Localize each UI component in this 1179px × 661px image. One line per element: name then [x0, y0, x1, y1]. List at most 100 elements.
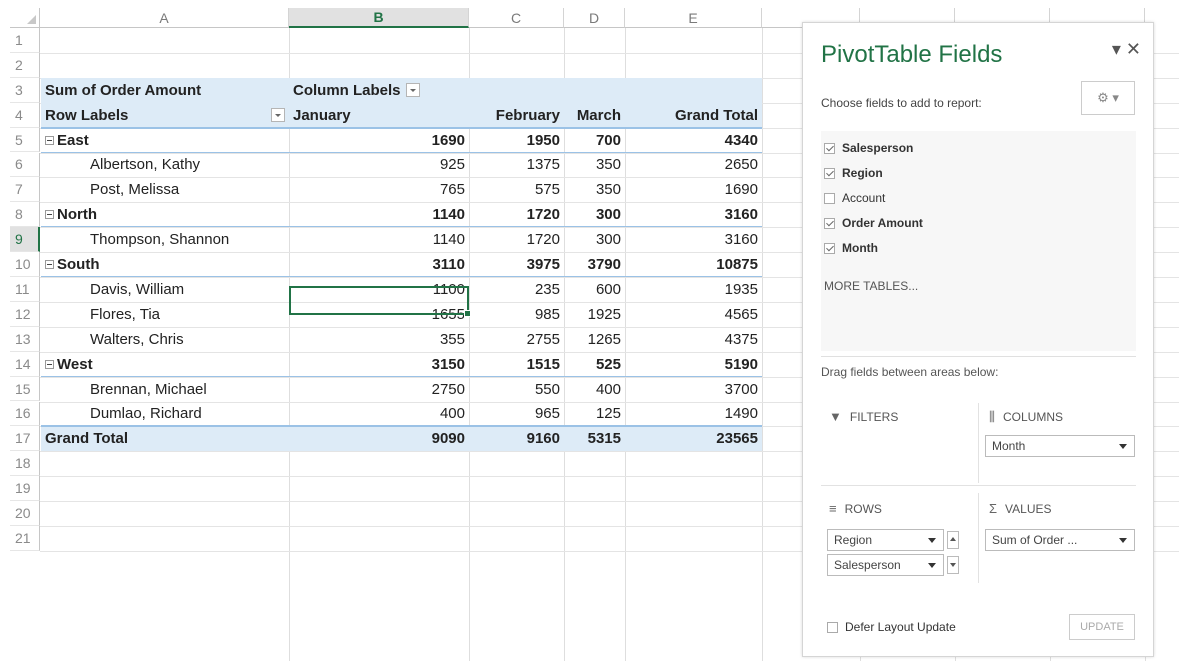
- pivot-value-cell[interactable]: 1490: [625, 402, 762, 427]
- pivot-value-cell[interactable]: 2750: [289, 377, 469, 402]
- pivot-value-cell[interactable]: 575: [469, 177, 564, 202]
- collapse-icon[interactable]: [45, 359, 54, 369]
- pivot-value-cell[interactable]: 300: [564, 227, 625, 252]
- field-checkbox[interactable]: [824, 217, 835, 229]
- grand-total-value[interactable]: 5315: [564, 426, 625, 451]
- pivot-value-cell[interactable]: 3700: [625, 377, 762, 402]
- rows-field-salesperson[interactable]: Salesperson: [827, 554, 944, 576]
- pivot-value-cell[interactable]: 1720: [469, 227, 564, 252]
- salesperson-row-label[interactable]: Post, Melissa: [40, 177, 289, 202]
- pane-controls[interactable]: ▾ ✕: [1112, 39, 1141, 60]
- collapse-icon[interactable]: [45, 135, 54, 145]
- pivot-value-cell[interactable]: 550: [469, 377, 564, 402]
- more-tables-link[interactable]: MORE TABLES...: [824, 279, 918, 293]
- field-order-amount[interactable]: Order Amount: [824, 216, 923, 230]
- salesperson-row-label[interactable]: Walters, Chris: [40, 327, 289, 352]
- pivot-value-cell[interactable]: 3110: [289, 252, 469, 277]
- grand-total-value[interactable]: 9160: [469, 426, 564, 451]
- pivot-value-cell[interactable]: 765: [289, 177, 469, 202]
- defer-layout-update[interactable]: Defer Layout Update: [827, 620, 956, 634]
- salesperson-row-label[interactable]: Brennan, Michael: [40, 377, 289, 402]
- column-header-c[interactable]: C: [469, 8, 564, 28]
- column-header-e[interactable]: E: [625, 8, 762, 28]
- rows-field-region[interactable]: Region: [827, 529, 944, 551]
- row-header-12[interactable]: 12: [10, 301, 40, 327]
- pivot-value-cell[interactable]: 350: [564, 153, 625, 178]
- region-row-label[interactable]: East: [40, 128, 289, 153]
- column-header-a[interactable]: A: [40, 8, 289, 28]
- row-header-3[interactable]: 3: [10, 77, 40, 103]
- field-checkbox[interactable]: [824, 192, 835, 204]
- row-header-9[interactable]: 9: [10, 227, 40, 253]
- month-header[interactable]: February: [469, 103, 564, 128]
- pivot-value-cell[interactable]: 3150: [289, 352, 469, 377]
- region-row-label[interactable]: South: [40, 252, 289, 277]
- pivot-value-cell[interactable]: 600: [564, 277, 625, 302]
- row-header-14[interactable]: 14: [10, 351, 40, 377]
- pivot-value-cell[interactable]: 4375: [625, 327, 762, 352]
- pivot-value-cell[interactable]: 10875: [625, 252, 762, 277]
- row-header-11[interactable]: 11: [10, 277, 40, 302]
- pivot-value-cell[interactable]: 1935: [625, 277, 762, 302]
- field-month[interactable]: Month: [824, 241, 878, 255]
- row-header-18[interactable]: 18: [10, 451, 40, 477]
- salesperson-row-label[interactable]: Dumlao, Richard: [40, 402, 289, 427]
- row-header-20[interactable]: 20: [10, 501, 40, 526]
- row-header-13[interactable]: 13: [10, 326, 40, 352]
- field-checkbox[interactable]: [824, 142, 835, 154]
- pivot-value-cell[interactable]: 1515: [469, 352, 564, 377]
- column-labels-header[interactable]: Column Labels: [289, 78, 469, 103]
- pivot-value-cell[interactable]: 300: [564, 202, 625, 227]
- row-header-1[interactable]: 1: [10, 28, 40, 53]
- pivot-value-cell[interactable]: 1375: [469, 153, 564, 178]
- pivot-value-cell[interactable]: 2650: [625, 153, 762, 178]
- row-header-15[interactable]: 15: [10, 376, 40, 402]
- pivot-value-cell[interactable]: 3790: [564, 252, 625, 277]
- pivot-value-cell[interactable]: 400: [564, 377, 625, 402]
- pivot-value-cell[interactable]: 5190: [625, 352, 762, 377]
- field-region[interactable]: Region: [824, 166, 883, 180]
- field-checkbox[interactable]: [824, 167, 835, 179]
- row-header-21[interactable]: 21: [10, 526, 40, 551]
- pivot-value-cell[interactable]: 1140: [289, 202, 469, 227]
- pivot-value-cell[interactable]: 3975: [469, 252, 564, 277]
- row-header-7[interactable]: 7: [10, 177, 40, 203]
- pivot-value-cell[interactable]: 355: [289, 327, 469, 352]
- active-cell-b9[interactable]: [289, 286, 471, 317]
- values-field-sum[interactable]: Sum of Order ...: [985, 529, 1135, 551]
- row-header-8[interactable]: 8: [10, 202, 40, 228]
- row-header-17[interactable]: 17: [10, 426, 40, 452]
- month-header[interactable]: March: [564, 103, 625, 128]
- pivot-value-cell[interactable]: 4340: [625, 128, 762, 153]
- pivot-value-cell[interactable]: 525: [564, 352, 625, 377]
- collapse-icon[interactable]: [45, 210, 54, 220]
- pivot-value-cell[interactable]: 235: [469, 277, 564, 302]
- pivot-value-cell[interactable]: 350: [564, 177, 625, 202]
- row-header-16[interactable]: 16: [10, 401, 40, 427]
- column-header-b[interactable]: B: [289, 8, 469, 28]
- pivot-value-cell[interactable]: 3160: [625, 227, 762, 252]
- salesperson-row-label[interactable]: Flores, Tia: [40, 302, 289, 327]
- filter-dropdown-icon[interactable]: [405, 83, 420, 98]
- defer-checkbox[interactable]: [827, 621, 838, 633]
- close-icon[interactable]: ▾ ✕: [1112, 39, 1141, 59]
- region-row-label[interactable]: West: [40, 352, 289, 377]
- row-header-6[interactable]: 6: [10, 152, 40, 178]
- row-header-19[interactable]: 19: [10, 476, 40, 502]
- row-header-4[interactable]: 4: [10, 102, 40, 128]
- pivot-value-cell[interactable]: 2755: [469, 327, 564, 352]
- select-all-corner[interactable]: [10, 8, 40, 28]
- salesperson-row-label[interactable]: Thompson, Shannon: [40, 227, 289, 252]
- pivot-value-cell[interactable]: 700: [564, 128, 625, 153]
- pivot-value-cell[interactable]: 1140: [289, 227, 469, 252]
- collapse-icon[interactable]: [45, 260, 54, 270]
- region-row-label[interactable]: North: [40, 202, 289, 227]
- gear-icon[interactable]: ⚙ ▾: [1081, 81, 1135, 115]
- move-up-button[interactable]: [947, 531, 959, 549]
- salesperson-row-label[interactable]: Davis, William: [40, 277, 289, 302]
- salesperson-row-label[interactable]: Albertson, Kathy: [40, 153, 289, 178]
- row-labels-header[interactable]: Row Labels: [40, 103, 289, 128]
- row-header-2[interactable]: 2: [10, 52, 40, 78]
- move-down-button[interactable]: [947, 556, 959, 574]
- pivot-value-cell[interactable]: 400: [289, 402, 469, 427]
